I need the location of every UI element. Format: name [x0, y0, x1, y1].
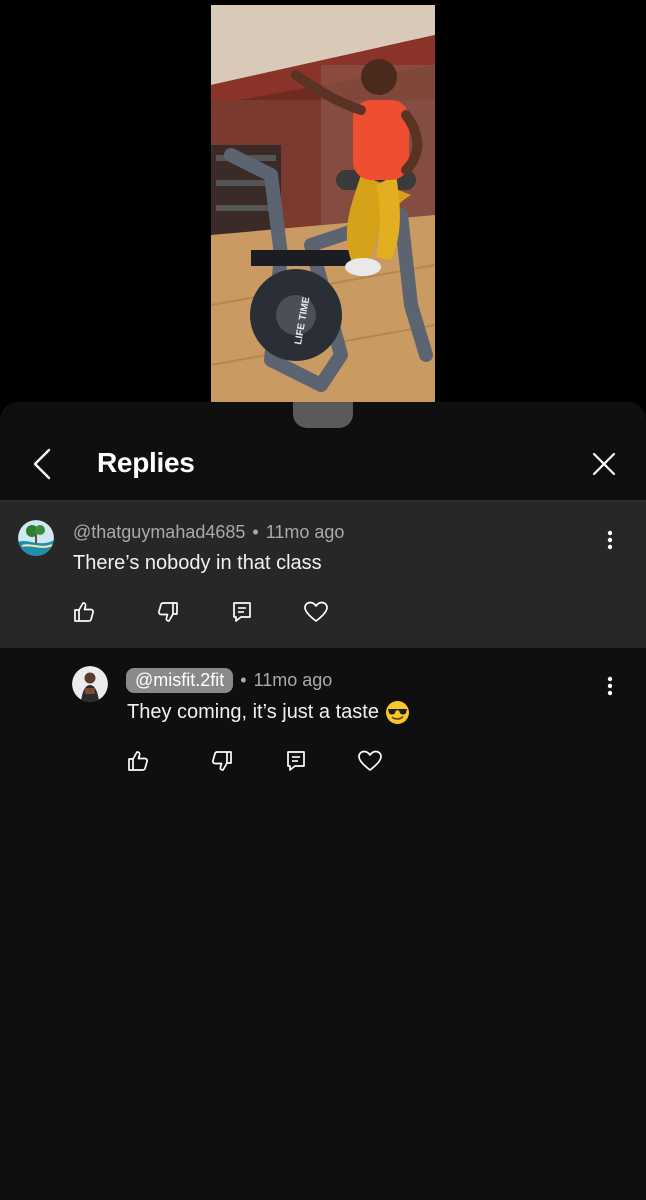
comment-author[interactable]: @thatguymahad4685 — [73, 522, 245, 543]
drag-handle[interactable] — [293, 402, 353, 428]
reply-avatar-image — [72, 666, 108, 702]
reply-meta: @misfit.2fit • 11mo ago — [126, 668, 332, 693]
creator-author-badge[interactable]: @misfit.2fit — [126, 668, 234, 693]
thumbs-down-icon — [158, 602, 178, 622]
parent-comment: @thatguymahad4685 • 11mo ago There’s nob… — [0, 502, 646, 648]
video-player[interactable]: LIFE TIME — [211, 5, 435, 402]
comment-actions — [69, 597, 331, 627]
reply-text-line: They coming, it’s just a taste — [127, 700, 410, 725]
thumbs-up-icon — [128, 751, 148, 771]
chevron-left-icon — [33, 448, 51, 480]
like-button[interactable] — [69, 597, 99, 627]
more-vert-icon — [607, 530, 613, 550]
sunglasses-emoji-icon — [385, 701, 409, 724]
page-title: Replies — [97, 447, 195, 478]
reply-avatar[interactable] — [72, 666, 108, 702]
video-frame: LIFE TIME — [211, 5, 435, 402]
avatar[interactable] — [18, 520, 54, 556]
heart-icon — [304, 601, 328, 622]
dislike-button[interactable] — [207, 746, 237, 776]
comment-timestamp: 11mo ago — [265, 522, 345, 542]
reply-comment: @misfit.2fit • 11mo ago They coming, it’… — [0, 648, 646, 808]
back-button[interactable] — [22, 444, 62, 484]
heart-icon — [358, 750, 382, 771]
thumbs-down-icon — [212, 751, 232, 771]
replies-sheet: Replies @thatguymahad4685 • 11mo ago The… — [0, 402, 646, 1200]
like-button[interactable] — [123, 746, 153, 776]
heart-button[interactable] — [301, 597, 331, 627]
reply-timestamp: 11mo ago — [253, 670, 333, 690]
heart-button[interactable] — [355, 746, 385, 776]
reply-icon — [233, 602, 251, 622]
reply-button[interactable] — [281, 746, 311, 776]
reply-actions — [123, 746, 385, 776]
close-icon — [592, 452, 616, 476]
reply-more-options-button[interactable] — [598, 672, 622, 700]
reply-button[interactable] — [227, 597, 257, 627]
comment-text: There’s nobody in that class — [73, 552, 322, 574]
thumbs-up-icon — [74, 602, 94, 622]
dislike-button[interactable] — [153, 597, 183, 627]
reply-icon — [287, 751, 305, 771]
more-vert-icon — [607, 676, 613, 696]
close-button[interactable] — [584, 444, 624, 484]
reply-text: They coming, it’s just a taste — [127, 700, 379, 723]
replies-header: Replies — [0, 430, 646, 500]
more-options-button[interactable] — [598, 526, 622, 554]
avatar-image — [18, 520, 54, 556]
comment-meta: @thatguymahad4685 • 11mo ago — [73, 522, 344, 543]
separator-dot: • — [240, 670, 247, 690]
separator-dot: • — [252, 522, 259, 542]
